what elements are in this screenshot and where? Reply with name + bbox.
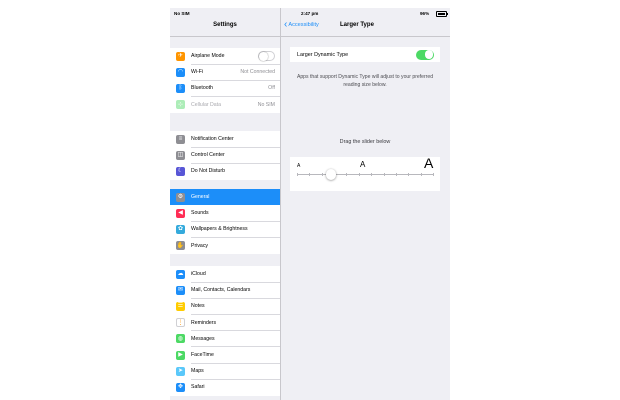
- slider-tick: [297, 172, 298, 176]
- ipad-screen: No SIM 2:47 pm 96% Settings ✈ Airplane Mo…: [170, 8, 450, 400]
- sidebar-item-mail-contacts-calendars[interactable]: ✉ Mail, Contacts, Calendars: [170, 282, 280, 299]
- back-button-label: Accessibility: [288, 22, 319, 28]
- sidebar-item-label: Maps: [191, 368, 204, 375]
- speaker-icon: ◀: [176, 208, 185, 218]
- page-title: Larger Type: [340, 22, 374, 28]
- text-size-slider-cell: A A A: [290, 155, 440, 191]
- flower-icon: ✿: [176, 224, 185, 234]
- sidebar-item-label: General: [191, 194, 210, 200]
- sidebar-item-general[interactable]: ⚙ General: [170, 189, 280, 206]
- medium-text-label: A: [360, 160, 366, 169]
- detail-header-divider: [280, 36, 450, 37]
- larger-dynamic-type-row: Larger Dynamic Type: [290, 47, 440, 62]
- sidebar-item-messages[interactable]: ◍ Messages: [170, 331, 280, 347]
- notes-icon: ☰: [176, 301, 185, 311]
- sidebar-item-do-not-disturb[interactable]: ☾ Do Not Disturb: [170, 163, 280, 179]
- settings-group: ☁ iCloud ✉ Mail, Contacts, Calendars ☰ Notes ⋮…: [170, 266, 280, 396]
- sidebar-item-facetime[interactable]: ▶ FaceTime: [170, 347, 280, 364]
- slider-tick: [395, 172, 397, 176]
- settings-sidebar: Settings ✈ Airplane Mode ◠ Wi-Fi Not Connect…: [170, 8, 281, 400]
- facetime-icon: ▶: [176, 350, 185, 360]
- slider-tick: [371, 172, 372, 176]
- sidebar-item-reminders[interactable]: ⋮ Reminders: [170, 315, 280, 331]
- back-button[interactable]: ‹ Accessibility: [284, 19, 319, 30]
- sidebar-item-wallpapers-brightness[interactable]: ✿ Wallpapers & Brightness: [170, 221, 280, 238]
- sidebar-item-value: Not Connected: [240, 69, 275, 76]
- moon-icon: ☾: [176, 166, 185, 176]
- slider-thumb[interactable]: [325, 169, 337, 180]
- detail-pane: ‹ Accessibility Larger Type Larger Dynam…: [280, 8, 450, 400]
- sidebar-item-label: Airplane Mode: [191, 53, 225, 59]
- sidebar-item-notification-center[interactable]: ≡ Notification Center: [170, 131, 280, 148]
- gear-icon: ⚙: [176, 192, 185, 202]
- sidebar-item-safari[interactable]: ✥ Safari: [170, 379, 280, 395]
- slider-tick: [433, 172, 434, 176]
- sidebar-item-wi-fi[interactable]: ◠ Wi-Fi Not Connected: [170, 64, 280, 81]
- sidebar-header-divider: [170, 36, 280, 37]
- sidebar-item-label: Notes: [191, 303, 205, 310]
- slider-caption: Drag the slider below: [339, 139, 391, 145]
- toggle-knob: [424, 50, 434, 59]
- toggle-knob: [259, 52, 268, 61]
- settings-group: ≡ Notification Center ◫ Control Center ☾ Do N…: [170, 131, 280, 180]
- sidebar-item-label: Messages: [191, 335, 215, 342]
- sidebar-item-label: Sounds: [191, 210, 209, 217]
- sidebar-item-privacy[interactable]: ✋ Privacy: [170, 238, 280, 254]
- slider-tick: [408, 172, 409, 176]
- sidebar-item-icloud[interactable]: ☁ iCloud: [170, 266, 280, 283]
- sidebar-item-label: Notification Center: [191, 136, 234, 142]
- messages-icon: ◍: [176, 334, 185, 344]
- dynamic-type-description: Apps that support Dynamic Type will adju…: [296, 74, 434, 88]
- sidebar-item-label: Wi-Fi: [191, 69, 204, 76]
- settings-group: ⚙ General ◀ Sounds ✿ Wallpapers & Brightness ✋…: [170, 189, 280, 254]
- sidebar-item-label: Control Center: [191, 152, 225, 159]
- sidebar-item-sounds[interactable]: ◀ Sounds: [170, 205, 280, 222]
- sidebar-item-label: FaceTime: [191, 351, 214, 358]
- reminders-icon: ⋮: [176, 318, 185, 328]
- bluetooth-icon: ᛒ: [176, 83, 185, 93]
- hand-icon: ✋: [176, 241, 185, 251]
- sidebar-item-label: Privacy: [191, 242, 209, 249]
- small-text-label: A: [297, 163, 301, 169]
- sidebar-item-label: Cellular Data: [191, 101, 221, 108]
- sidebar-item-label: Wallpapers & Brightness: [191, 226, 248, 233]
- sidebar-item-value: Off: [268, 85, 275, 92]
- large-text-label: A: [424, 155, 434, 171]
- slider-track[interactable]: [297, 174, 433, 175]
- sidebar-item-control-center[interactable]: ◫ Control Center: [170, 147, 280, 164]
- sidebar-item-label: iCloud: [191, 271, 206, 277]
- wifi-icon: ◠: [176, 67, 185, 77]
- larger-dynamic-type-toggle[interactable]: [416, 49, 434, 60]
- sidebar-item-airplane-mode[interactable]: ✈ Airplane Mode: [170, 48, 280, 65]
- slider-tick: [346, 172, 348, 176]
- sidebar-item-notes[interactable]: ☰ Notes: [170, 298, 280, 315]
- sidebar-title: Settings: [213, 22, 237, 28]
- slider-tick: [309, 172, 310, 176]
- sidebar-item-label: Mail, Contacts, Calendars: [191, 287, 251, 294]
- safari-icon: ✥: [176, 382, 185, 392]
- cellular-icon: ⊹: [176, 100, 185, 110]
- maps-icon: ➤: [176, 366, 185, 376]
- larger-dynamic-type-label: Larger Dynamic Type: [297, 52, 349, 58]
- notification-center-icon: ≡: [176, 134, 185, 144]
- sidebar-item-value: No SIM: [257, 101, 275, 108]
- airplane-icon: ✈: [176, 51, 185, 61]
- sidebar-item-label: Reminders: [191, 319, 217, 326]
- sidebar-item-label: Safari: [191, 384, 205, 391]
- mail-icon: ✉: [176, 285, 185, 295]
- sidebar-item-maps[interactable]: ➤ Maps: [170, 363, 280, 380]
- slider-tick: [321, 172, 323, 176]
- cloud-icon: ☁: [176, 269, 185, 279]
- control-center-icon: ◫: [176, 150, 185, 160]
- slider-tick: [420, 172, 422, 176]
- settings-group: ✈ Airplane Mode ◠ Wi-Fi Not Connected ᛒ Blueto…: [170, 48, 280, 113]
- slider-tick: [383, 172, 385, 176]
- sidebar-item-cellular-data[interactable]: ⊹ Cellular Data No SIM: [170, 97, 280, 113]
- sidebar-item-label: Bluetooth: [191, 85, 213, 92]
- sidebar-item-bluetooth[interactable]: ᛒ Bluetooth Off: [170, 80, 280, 97]
- slider-tick: [358, 172, 360, 176]
- sidebar-item-label: Do Not Disturb: [191, 168, 226, 175]
- chevron-left-icon: ‹: [284, 19, 288, 30]
- airplane-mode-toggle[interactable]: [258, 51, 275, 61]
